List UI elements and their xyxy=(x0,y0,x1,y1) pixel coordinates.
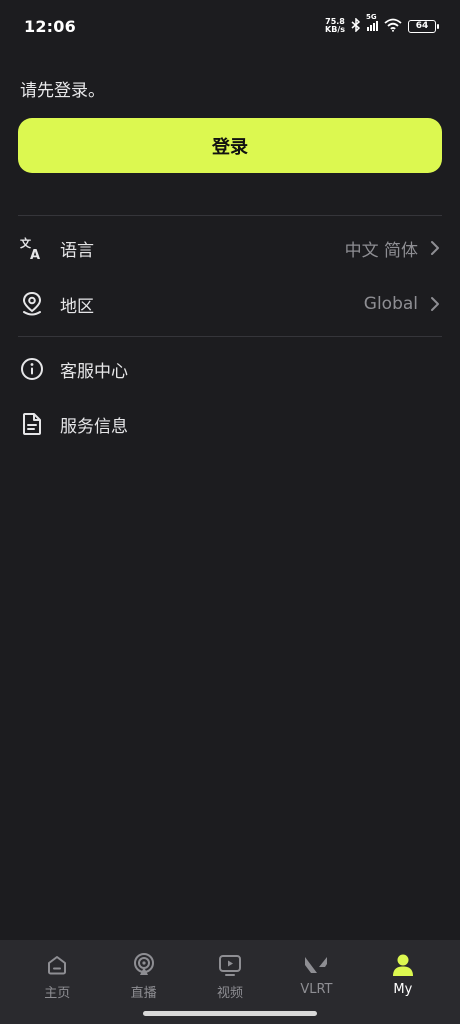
nav-item-home[interactable]: 主页 xyxy=(14,940,100,1024)
video-icon xyxy=(217,952,243,978)
nav-item-my[interactable]: My xyxy=(360,940,446,1024)
region-row[interactable]: 地区 Global xyxy=(18,282,442,326)
nav-label: My xyxy=(393,982,413,997)
home-icon xyxy=(44,952,70,978)
wifi-icon xyxy=(384,17,402,36)
info-icon xyxy=(18,355,46,383)
battery-level: 64 xyxy=(415,21,429,31)
user-icon xyxy=(390,952,416,978)
region-label: 地区 xyxy=(60,296,94,317)
translate-icon: 文 A xyxy=(18,234,46,262)
valorant-icon xyxy=(303,952,329,978)
support-center-row[interactable]: 客服中心 xyxy=(18,347,442,391)
network-speed-unit: KB/s xyxy=(325,25,345,34)
chevron-right-icon xyxy=(428,295,442,313)
language-label: 语言 xyxy=(60,240,94,261)
cell-signal-icon: 5G xyxy=(366,13,378,31)
language-row[interactable]: 文 A 语言 中文 简体 xyxy=(18,226,442,270)
app-screen: 12:06 75.8 KB/s 5G 64 请先登录。 登录 文 A 语言 中文… xyxy=(0,0,460,1024)
home-indicator xyxy=(143,1011,317,1016)
service-info-label: 服务信息 xyxy=(60,416,128,437)
nav-label: VLRT xyxy=(300,982,333,997)
region-value: Global xyxy=(363,294,418,314)
status-icons: 75.8 KB/s 5G 64 xyxy=(325,13,439,36)
broadcast-icon xyxy=(131,952,157,978)
login-prompt: 请先登录。 xyxy=(20,81,105,101)
language-value: 中文 简体 xyxy=(344,240,418,261)
network-type: 5G xyxy=(366,13,377,21)
status-time: 12:06 xyxy=(24,16,76,36)
login-button[interactable]: 登录 xyxy=(18,118,442,173)
svg-text:A: A xyxy=(30,248,40,261)
service-info-row[interactable]: 服务信息 xyxy=(18,402,442,446)
location-pin-icon xyxy=(18,290,46,318)
network-speed: 75.8 KB/s xyxy=(325,18,345,34)
nav-label: 直播 xyxy=(130,986,157,1001)
chevron-right-icon xyxy=(428,239,442,257)
bluetooth-icon xyxy=(351,16,361,35)
document-icon xyxy=(18,410,46,438)
divider xyxy=(18,215,442,216)
nav-label: 视频 xyxy=(217,986,244,1001)
status-bar: 12:06 75.8 KB/s 5G 64 xyxy=(0,0,460,52)
divider xyxy=(18,336,442,337)
nav-label: 主页 xyxy=(44,986,71,1001)
battery-icon: 64 xyxy=(408,19,439,33)
support-center-label: 客服中心 xyxy=(60,361,128,382)
